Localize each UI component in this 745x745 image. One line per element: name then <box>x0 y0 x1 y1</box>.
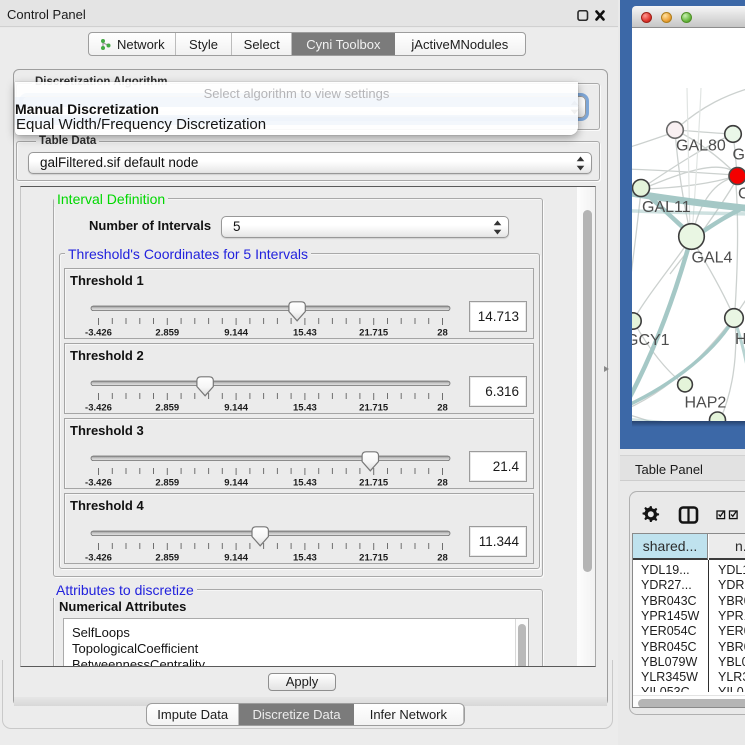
svg-text:15.43: 15.43 <box>293 478 317 489</box>
svg-text:21.715: 21.715 <box>359 328 389 339</box>
svg-text:GCY1: GCY1 <box>632 332 670 349</box>
svg-text:H: H <box>735 331 745 348</box>
svg-text:GAL4: GAL4 <box>692 250 733 267</box>
svg-text:-3.426: -3.426 <box>85 553 112 564</box>
svg-text:9.144: 9.144 <box>224 478 248 489</box>
svg-text:-3.426: -3.426 <box>85 328 112 339</box>
svg-text:9.144: 9.144 <box>224 553 248 564</box>
svg-text:GAL11: GAL11 <box>642 199 691 216</box>
svg-text:9.144: 9.144 <box>224 403 248 414</box>
svg-text:28: 28 <box>437 478 448 489</box>
svg-text:-3.426: -3.426 <box>85 478 112 489</box>
svg-text:9.144: 9.144 <box>224 328 248 339</box>
svg-text:28: 28 <box>437 403 448 414</box>
svg-text:21.715: 21.715 <box>359 553 389 564</box>
svg-text:2.859: 2.859 <box>155 553 179 564</box>
svg-text:-3.426: -3.426 <box>85 403 112 414</box>
svg-text:21.715: 21.715 <box>359 478 389 489</box>
svg-text:28: 28 <box>437 328 448 339</box>
svg-text:15.43: 15.43 <box>293 328 317 339</box>
svg-text:C: C <box>738 186 745 203</box>
svg-text:GAL80: GAL80 <box>676 138 726 155</box>
svg-text:2.859: 2.859 <box>155 328 179 339</box>
svg-text:GA: GA <box>733 147 745 164</box>
svg-text:2.859: 2.859 <box>155 403 179 414</box>
svg-text:21.715: 21.715 <box>359 403 389 414</box>
svg-text:15.43: 15.43 <box>293 403 317 414</box>
svg-text:28: 28 <box>437 553 448 564</box>
svg-text:15.43: 15.43 <box>293 553 317 564</box>
svg-text:2.859: 2.859 <box>155 478 179 489</box>
svg-text:HAP2: HAP2 <box>685 395 727 412</box>
